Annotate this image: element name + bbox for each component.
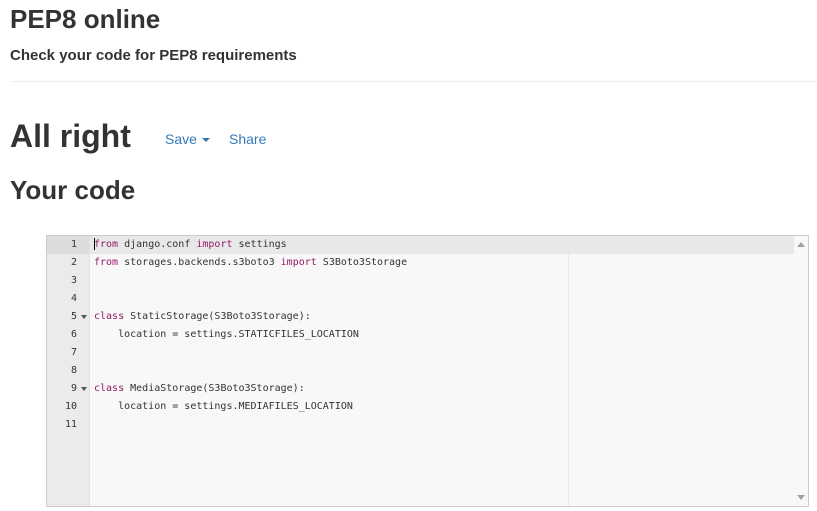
code-text: django.conf	[118, 239, 197, 250]
line-number-text: 9	[70, 383, 77, 394]
editor-content[interactable]: from django.conf import settings from sto…	[90, 236, 794, 506]
line-number: 8	[47, 362, 89, 380]
line-number-text: 5	[70, 311, 77, 322]
code-text: location = settings.MEDIAFILES_LOCATION	[94, 401, 353, 412]
editor-scrollbar[interactable]	[794, 236, 808, 506]
code-keyword: from	[94, 257, 119, 268]
line-number: 6	[47, 326, 89, 344]
fold-toggle-icon[interactable]	[81, 387, 87, 391]
line-number-text: 2	[70, 257, 77, 268]
save-label: Save	[165, 131, 197, 147]
header-divider	[10, 81, 816, 82]
code-keyword: class	[94, 311, 125, 322]
line-number: 10	[47, 398, 89, 416]
editor-gutter: 1 2 3 4 5 6 7 8 9 10 11	[47, 236, 90, 506]
code-keyword: import	[196, 239, 233, 250]
line-number-text: 8	[70, 365, 77, 376]
line-number: 7	[47, 344, 89, 362]
code-line: from storages.backends.s3boto3 import S3…	[94, 254, 407, 272]
code-text: settings	[232, 239, 287, 250]
code-text: S3Boto3Storage	[316, 257, 408, 268]
code-keyword: from	[94, 239, 119, 250]
line-number: 5	[47, 308, 89, 326]
line-number: 2	[47, 254, 89, 272]
your-code-title: Your code	[10, 175, 136, 205]
line-number: 3	[47, 272, 89, 290]
code-line: class MediaStorage(S3Boto3Storage):	[94, 380, 305, 398]
line-number: 4	[47, 290, 89, 308]
save-dropdown-button[interactable]: Save	[165, 130, 210, 148]
code-line: location = settings.MEDIAFILES_LOCATION	[94, 398, 353, 416]
line-number-text: 11	[64, 419, 77, 430]
code-keyword: import	[280, 257, 317, 268]
line-number: 11	[47, 416, 89, 434]
code-editor[interactable]: 1 2 3 4 5 6 7 8 9 10 11 from django.conf import se…	[46, 235, 809, 507]
caret-down-icon	[201, 138, 210, 143]
code-text: location = settings.STATICFILES_LOCATION	[94, 329, 359, 340]
code-text: storages.backends.s3boto3	[118, 257, 281, 268]
line-number-text: 6	[70, 329, 77, 340]
print-margin	[568, 236, 569, 506]
code-line: from django.conf import settings	[94, 236, 287, 254]
line-number: 1	[47, 236, 89, 254]
scroll-down-arrow-icon[interactable]	[797, 495, 805, 500]
scroll-up-arrow-icon[interactable]	[797, 242, 805, 247]
line-number-text: 1	[70, 239, 77, 250]
result-title: All right	[10, 118, 131, 154]
code-text: StaticStorage(S3Boto3Storage):	[124, 311, 311, 322]
code-keyword: class	[94, 383, 125, 394]
site-subtitle: Check your code for PEP8 requirements	[10, 47, 297, 64]
code-line: class StaticStorage(S3Boto3Storage):	[94, 308, 311, 326]
site-title: PEP8 online	[10, 4, 161, 34]
line-number-text: 7	[70, 347, 77, 358]
fold-toggle-icon[interactable]	[81, 315, 87, 319]
line-number-text: 3	[70, 275, 77, 286]
line-number-text: 4	[70, 293, 77, 304]
share-link[interactable]: Share	[229, 130, 266, 148]
line-number-text: 10	[64, 401, 77, 412]
code-line: location = settings.STATICFILES_LOCATION	[94, 326, 359, 344]
line-number: 9	[47, 380, 89, 398]
code-text: MediaStorage(S3Boto3Storage):	[124, 383, 305, 394]
